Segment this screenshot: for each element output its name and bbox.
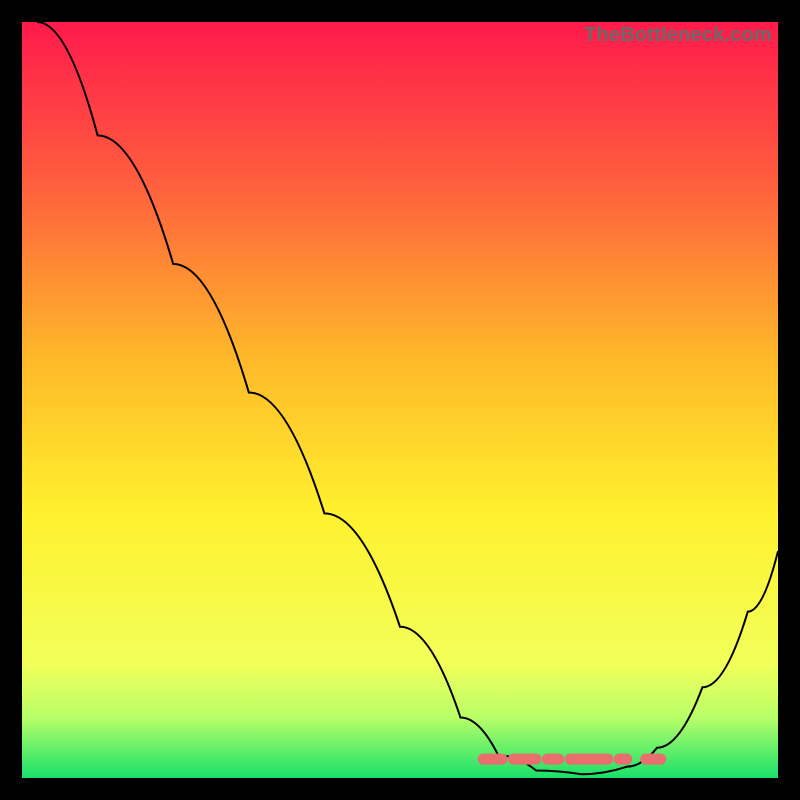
watermark-text: TheBottleneck.com <box>584 24 772 47</box>
chart-svg <box>22 22 778 778</box>
gradient-background <box>22 22 778 778</box>
chart-frame: TheBottleneck.com <box>22 22 778 778</box>
